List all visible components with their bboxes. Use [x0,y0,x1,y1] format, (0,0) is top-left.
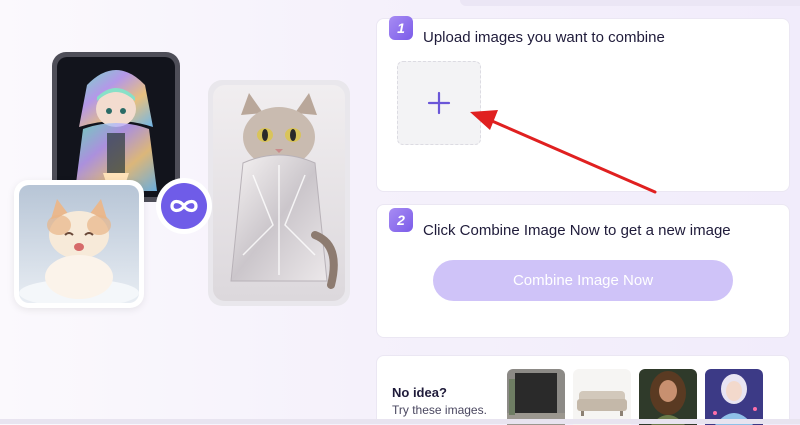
sample-thumb-sofa[interactable] [573,369,631,425]
upload-panel: 1 Upload images you want to combine [376,16,790,192]
sample-thumb-princess[interactable] [705,369,763,425]
no-idea-subtitle: Try these images. [392,403,487,417]
sample-thumb-woman[interactable] [639,369,697,425]
combine-panel: 2 Click Combine Image Now to get a new i… [376,204,790,338]
step-1-title: Upload images you want to combine [423,29,665,46]
combine-illustration [0,0,370,424]
bottom-strip [0,419,800,424]
kitten-image [14,180,144,308]
combine-image-now-button[interactable]: Combine Image Now [433,260,733,301]
plus-icon [427,91,451,115]
step-2-badge: 2 [389,208,413,232]
sample-thumb-room[interactable] [507,369,565,425]
sample-images-panel: No idea? Try these images. [376,355,790,425]
top-strip [460,0,800,6]
step-2-title: Click Combine Image Now to get a new ima… [423,222,731,239]
upload-image-button[interactable] [397,61,481,145]
step-1-badge: 1 [389,16,413,40]
crystal-cat-image [208,80,350,306]
no-idea-title: No idea? [392,385,447,400]
infinity-icon [156,178,212,234]
